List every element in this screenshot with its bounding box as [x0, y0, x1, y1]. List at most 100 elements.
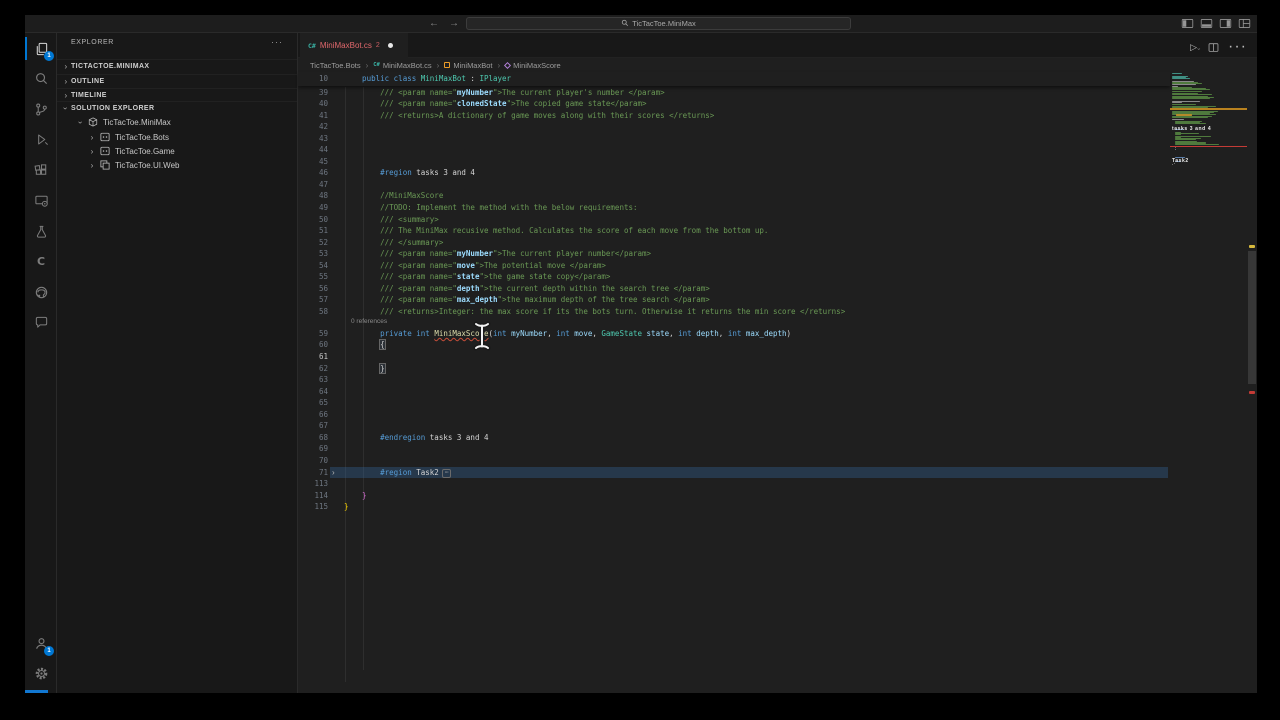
- code-line-54[interactable]: 54 /// <param name="move">The potential …: [298, 260, 1170, 272]
- activity-run-debug[interactable]: [25, 125, 57, 156]
- code-line-68[interactable]: 68 #endregion tasks 3 and 4: [298, 432, 1170, 444]
- code-line-42[interactable]: 42: [298, 121, 1170, 133]
- section-tictactoe-minimax[interactable]: ›TICTACTOE.MINIMAX: [57, 59, 297, 73]
- line-number: 51: [298, 225, 328, 237]
- code-line-47[interactable]: 47: [298, 179, 1170, 191]
- customize-layout-icon[interactable]: [1238, 17, 1251, 30]
- activity-github[interactable]: [25, 277, 57, 308]
- code-line-66[interactable]: 66: [298, 409, 1170, 421]
- line-number: 60: [298, 339, 328, 351]
- tree-item-tictactoe-minimax[interactable]: ›TicTacToe.MiniMax: [57, 115, 297, 129]
- section-solution-explorer[interactable]: ›SOLUTION EXPLORER: [57, 101, 297, 115]
- toggle-panel-icon[interactable]: [1200, 17, 1213, 30]
- code-line-46[interactable]: 46 #region tasks 3 and 4: [298, 167, 1170, 179]
- code-line-40[interactable]: 40 /// <param name="clonedState">The cop…: [298, 98, 1170, 110]
- code-line-43[interactable]: 43: [298, 133, 1170, 145]
- modified-dot-icon[interactable]: [388, 43, 393, 48]
- activity-remote-explorer[interactable]: [25, 186, 57, 217]
- sticky-line-number: 10: [298, 72, 328, 86]
- code-line-48[interactable]: 48 //MiniMaxScore: [298, 190, 1170, 202]
- branch-icon: [34, 102, 49, 117]
- editor-more-actions-icon[interactable]: ···: [1228, 38, 1247, 56]
- minimap-region-label: Task2: [1172, 158, 1189, 164]
- tab-minimaxbot[interactable]: C# MiniMaxBot.cs 2: [300, 33, 408, 58]
- section-timeline[interactable]: ›TIMELINE: [57, 88, 297, 102]
- code-line-61[interactable]: 61: [298, 351, 1170, 363]
- code-line-65[interactable]: 65: [298, 397, 1170, 409]
- nav-forward-icon[interactable]: →: [449, 16, 459, 32]
- code-line-51[interactable]: 51 /// The MiniMax recusive method. Calc…: [298, 225, 1170, 237]
- chevron-right-icon: ›: [64, 91, 67, 100]
- code-line-56[interactable]: 56 /// <param name="depth">the current d…: [298, 283, 1170, 295]
- search-icon: [34, 71, 49, 86]
- fold-chevron-icon[interactable]: ›: [332, 467, 335, 479]
- nav-back-icon[interactable]: ←: [429, 16, 439, 32]
- line-number: 48: [298, 190, 328, 202]
- toggle-sidebar-right-icon[interactable]: [1219, 17, 1232, 30]
- activity-explorer[interactable]: 1: [25, 33, 57, 64]
- activity-extensions[interactable]: [25, 155, 57, 186]
- code-line-44[interactable]: 44: [298, 144, 1170, 156]
- run-button[interactable]: ▷›: [1190, 42, 1199, 53]
- scrollbar-thumb[interactable]: [1248, 251, 1256, 384]
- activity-testing[interactable]: [25, 216, 57, 247]
- csharp-file-icon: C#: [373, 62, 380, 68]
- breadcrumb-minimaxbot[interactable]: MiniMaxBot: [444, 61, 492, 70]
- overview-ruler[interactable]: [1247, 58, 1257, 693]
- activity-csharp-kit[interactable]: C: [25, 247, 57, 278]
- code-line-59[interactable]: 59 private int MiniMaxScore(int myNumber…: [298, 328, 1170, 340]
- code-line-49[interactable]: 49 //TODO: Implement the method with the…: [298, 202, 1170, 214]
- tree-item-tictactoe-ui-web[interactable]: ›TicTacToe.UI.Web: [57, 158, 297, 172]
- activity-settings[interactable]: [25, 659, 57, 690]
- toggle-sidebar-left-icon[interactable]: [1181, 17, 1194, 30]
- method-icon: [504, 61, 511, 68]
- code-line-71[interactable]: 71› #region Task2⋯: [298, 467, 1170, 479]
- minimap[interactable]: tasks 3 and 4Task2: [1170, 72, 1247, 632]
- line-number: 61: [298, 351, 328, 363]
- breadcrumb-minimaxbot-cs[interactable]: C#MiniMaxBot.cs: [373, 61, 431, 70]
- code-line-52[interactable]: 52 /// </summary>: [298, 237, 1170, 249]
- code-line-57[interactable]: 57 /// <param name="max_depth">the maxim…: [298, 294, 1170, 306]
- code-line-58[interactable]: 58 /// <returns>Integer: the max score i…: [298, 306, 1170, 318]
- chevron-right-icon: ›: [91, 147, 94, 156]
- line-number: 42: [298, 121, 328, 133]
- code-line-115[interactable]: 115}: [298, 501, 1170, 513]
- breadcrumb-label: MiniMaxBot: [453, 61, 492, 70]
- breadcrumb-tictactoe-bots[interactable]: TicTacToe.Bots: [310, 61, 361, 70]
- sticky-scroll-line[interactable]: 10 public class MiniMaxBot : IPlayer: [298, 72, 1170, 86]
- code-line-64[interactable]: 64: [298, 386, 1170, 398]
- section-label: TICTACTOE.MINIMAX: [71, 63, 149, 70]
- sidebar-more-actions-icon[interactable]: ···: [271, 37, 283, 47]
- tree-item-tictactoe-bots[interactable]: ›TicTacToe.Bots: [57, 130, 297, 144]
- line-text: }: [344, 501, 349, 513]
- code-line-62[interactable]: 62 }: [298, 363, 1170, 375]
- code-line-55[interactable]: 55 /// <param name="state">the game stat…: [298, 271, 1170, 283]
- code-line-67[interactable]: 67: [298, 420, 1170, 432]
- code-area[interactable]: 39 /// <param name="myNumber">The curren…: [298, 87, 1170, 694]
- activity-source-control[interactable]: [25, 94, 57, 125]
- code-line-50[interactable]: 50 /// <summary>: [298, 214, 1170, 226]
- code-line-70[interactable]: 70: [298, 455, 1170, 467]
- code-line-39[interactable]: 39 /// <param name="myNumber">The curren…: [298, 87, 1170, 99]
- activity-account[interactable]: 1: [25, 628, 57, 659]
- activity-comments[interactable]: [25, 308, 57, 339]
- code-line-53[interactable]: 53 /// <param name="myNumber">The curren…: [298, 248, 1170, 260]
- split-editor-icon[interactable]: [1208, 42, 1219, 53]
- codelens-references[interactable]: 0 references: [351, 317, 387, 328]
- line-text: /// <summary>: [344, 214, 439, 226]
- code-line-69[interactable]: 69: [298, 443, 1170, 455]
- activity-search[interactable]: [25, 64, 57, 95]
- line-number: 53: [298, 248, 328, 260]
- section-outline[interactable]: ›OUTLINE: [57, 74, 297, 88]
- breadcrumb-minimaxscore[interactable]: MiniMaxScore: [505, 61, 561, 70]
- code-line-60[interactable]: 60 {: [298, 339, 1170, 351]
- code-line-45[interactable]: 45: [298, 156, 1170, 168]
- code-line-113[interactable]: 113: [298, 478, 1170, 490]
- code-line-114[interactable]: 114 }: [298, 490, 1170, 502]
- code-line-41[interactable]: 41 /// <returns>A dictionary of game mov…: [298, 110, 1170, 122]
- tree-item-tictactoe-game[interactable]: ›TicTacToe.Game: [57, 144, 297, 158]
- codelens-row[interactable]: 0 references: [298, 317, 1170, 328]
- code-line-63[interactable]: 63: [298, 374, 1170, 386]
- command-center-search[interactable]: TicTacToe.MiniMax: [466, 17, 851, 30]
- line-number: 54: [298, 260, 328, 272]
